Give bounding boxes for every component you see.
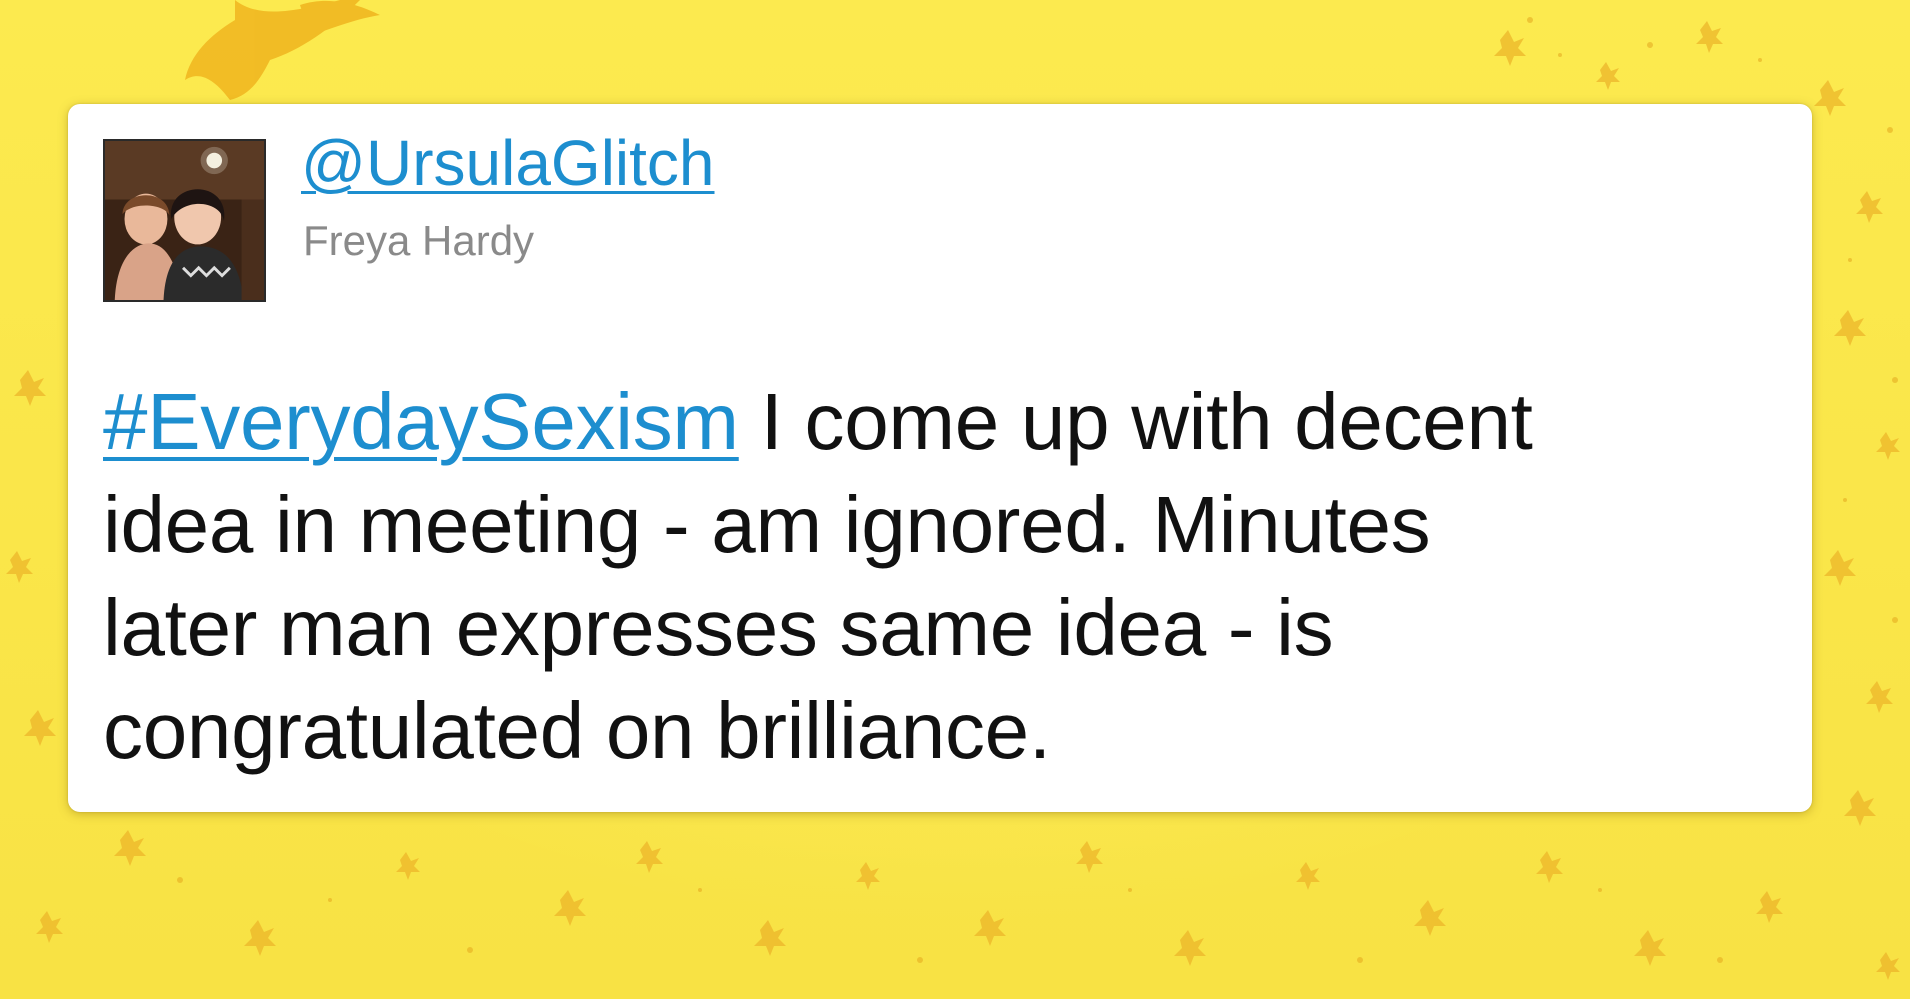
tweet-text-line3: later man expresses same idea - is xyxy=(103,583,1334,672)
large-leaf-decoration xyxy=(185,0,380,100)
tweet-card: @UrsulaGlitch Freya Hardy #EverydaySexis… xyxy=(68,104,1812,812)
user-display-name: Freya Hardy xyxy=(303,217,535,264)
tweet-text-line4: congratulated on brilliance. xyxy=(103,686,1051,775)
tweet-text-line1: I come up with decent xyxy=(738,377,1533,466)
avatar[interactable] xyxy=(103,139,266,302)
user-handle-link[interactable]: @UrsulaGlitch xyxy=(301,122,715,204)
tweet-text: #EverydaySexism I come up with decent id… xyxy=(103,370,1803,782)
tweet-text-line2: idea in meeting - am ignored. Minutes xyxy=(103,480,1431,569)
hashtag-link[interactable]: #EverydaySexism xyxy=(103,377,739,466)
profile-photo-icon xyxy=(105,141,264,300)
